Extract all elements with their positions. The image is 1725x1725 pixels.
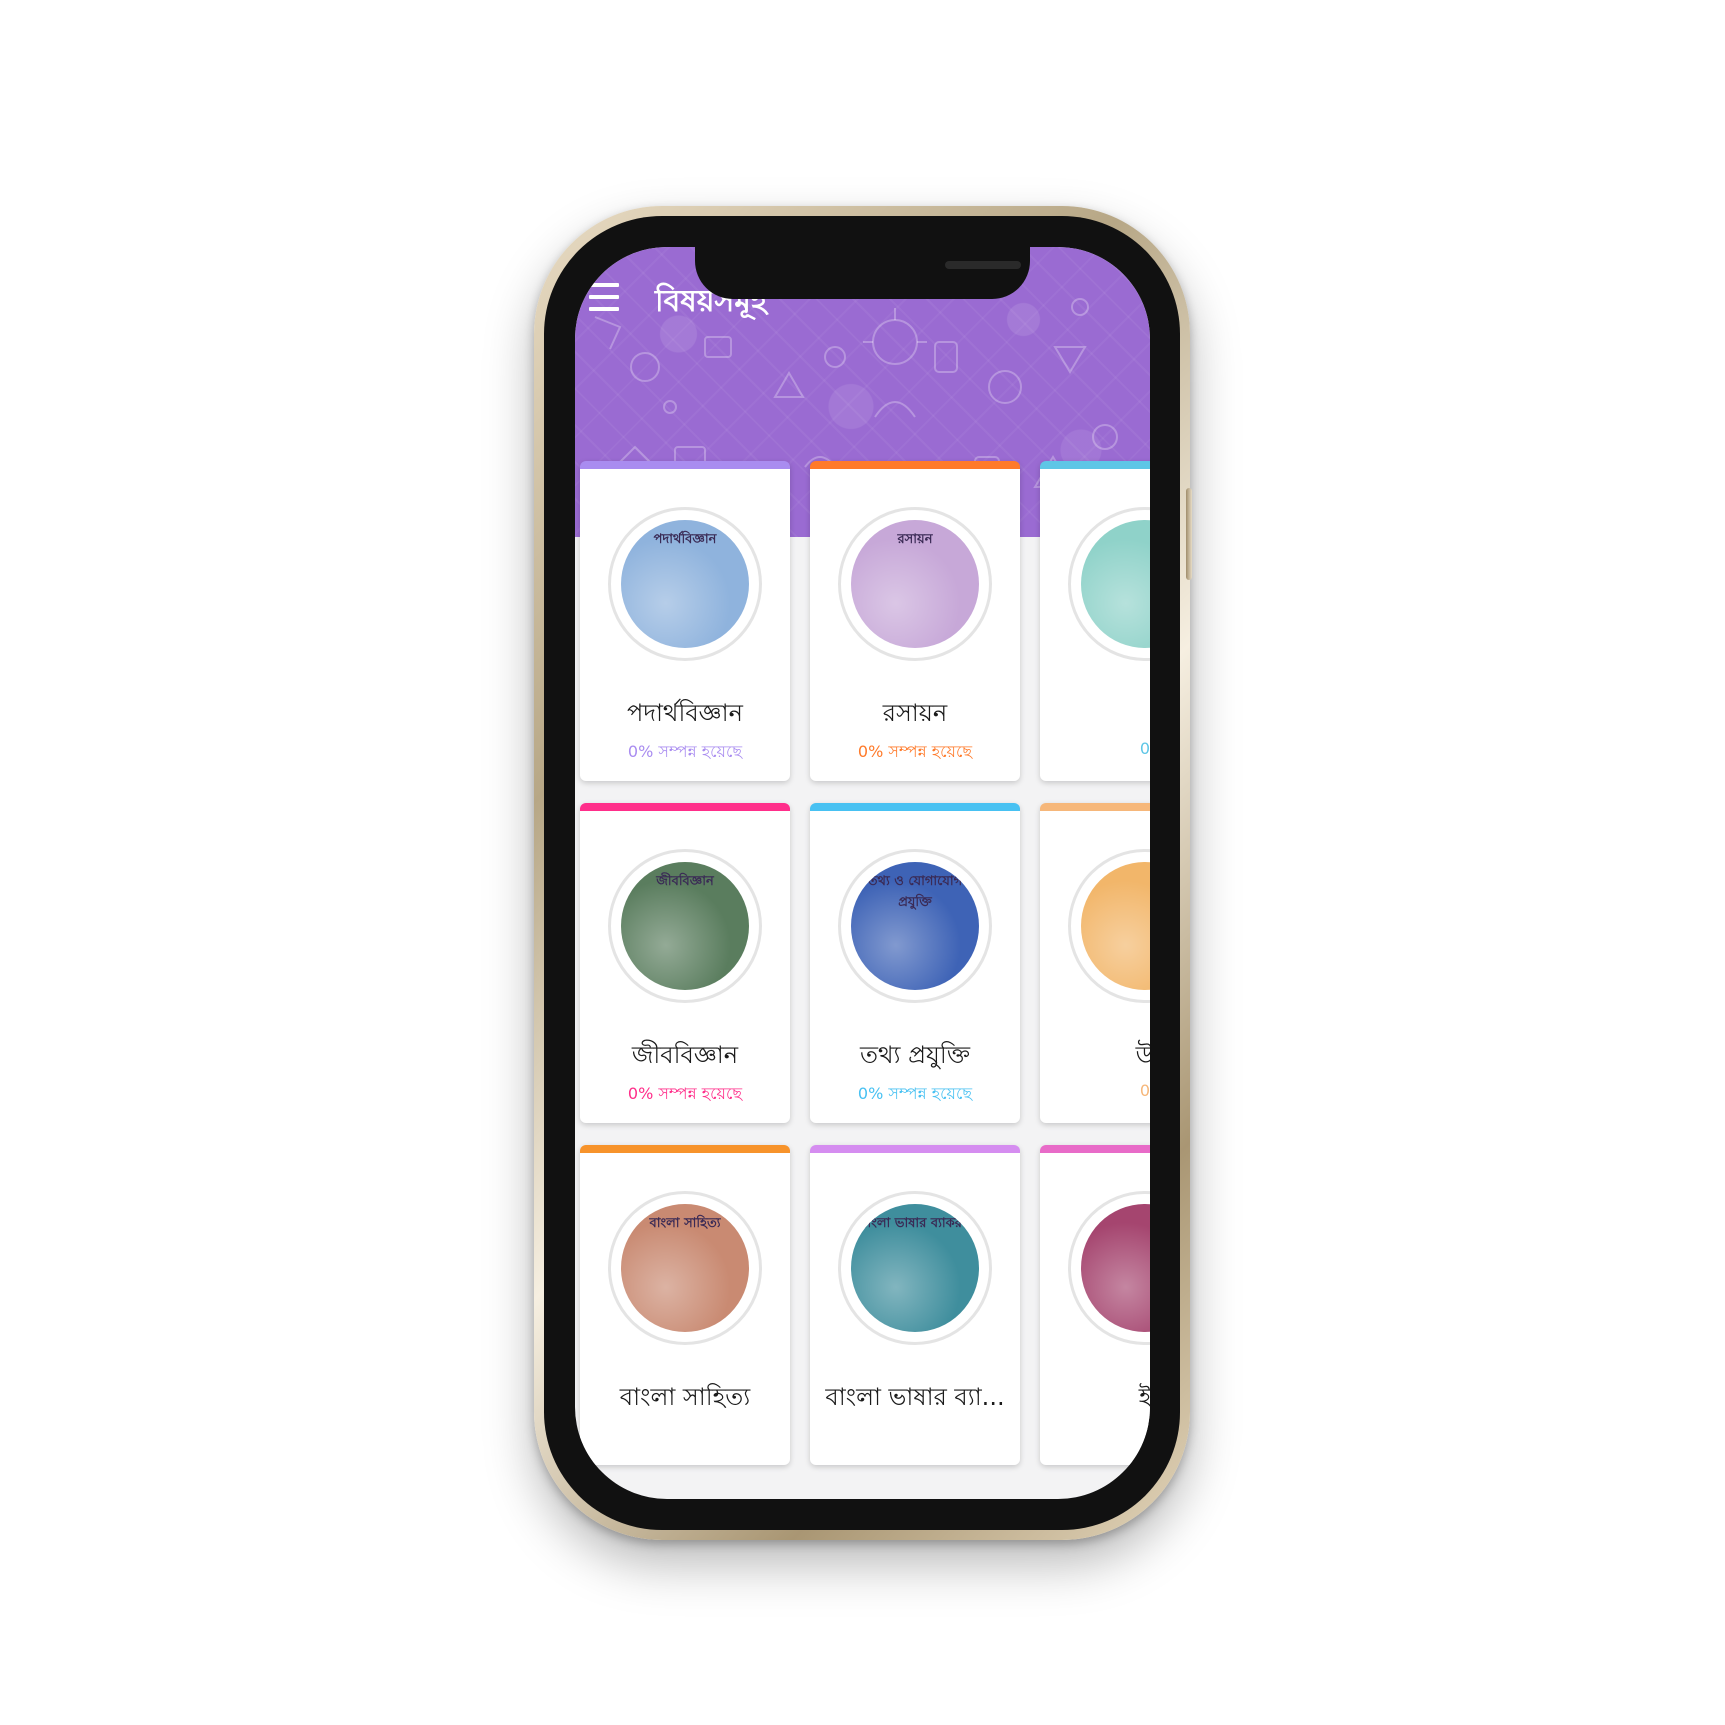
subject-card[interactable]: বাংলা ভাষার ব্যাকরণ বাংলা ভাষার ব্যা... — [810, 1145, 1020, 1465]
subject-name: ই — [1138, 1383, 1150, 1411]
book-cover-ring — [1068, 507, 1150, 661]
book-cover-title: তথ্য ও যোগাযোগ প্রযুক্তি — [867, 874, 963, 910]
subject-card[interactable]: উ 0 — [1040, 803, 1150, 1123]
book-cover-ring: রসায়ন — [838, 507, 992, 661]
book-cover-image — [1081, 1204, 1150, 1332]
hamburger-line — [589, 307, 619, 311]
book-cover-ring: জীববিজ্ঞান — [608, 849, 762, 1003]
subject-card[interactable]: জীববিজ্ঞান জীববিজ্ঞান 0% সম্পন্ন হয়েছে — [580, 803, 790, 1123]
subject-card[interactable]: পদার্থবিজ্ঞান পদার্থবিজ্ঞান 0% সম্পন্ন হ… — [580, 461, 790, 781]
subject-card[interactable]: 0 — [1040, 461, 1150, 781]
book-cover-image — [1081, 862, 1150, 990]
subject-name: জীববিজ্ঞান — [631, 1041, 739, 1069]
subject-card[interactable]: বাংলা সাহিত্য বাংলা সাহিত্য — [580, 1145, 790, 1465]
book-cover-image: পদার্থবিজ্ঞান — [621, 520, 749, 648]
subject-name: উ — [1040, 1037, 1150, 1077]
subject-progress: 0 — [1139, 739, 1150, 758]
book-cover-image: রসায়ন — [851, 520, 979, 648]
book-cover-image — [1081, 520, 1150, 648]
subject-progress: 0% সম্পন্ন হয়েছে — [627, 1084, 743, 1103]
hamburger-line — [589, 295, 619, 299]
book-cover-ring: বাংলা ভাষার ব্যাকরণ — [838, 1191, 992, 1345]
book-cover-image: বাংলা ভাষার ব্যাকরণ — [851, 1204, 979, 1332]
book-cover-title: জীববিজ্ঞান — [656, 874, 714, 889]
book-cover-ring: তথ্য ও যোগাযোগ প্রযুক্তি — [838, 849, 992, 1003]
subject-progress: 0 — [1139, 1081, 1150, 1100]
subject-progress: 0% সম্পন্ন হয়েছে — [857, 1084, 973, 1103]
book-cover-ring — [1068, 1191, 1150, 1345]
book-cover-title: বাংলা সাহিত্য — [649, 1216, 721, 1231]
book-cover-image: তথ্য ও যোগাযোগ প্রযুক্তি — [851, 862, 979, 990]
subject-card[interactable]: তথ্য ও যোগাযোগ প্রযুক্তি তথ্য প্রযুক্তি … — [810, 803, 1020, 1123]
subject-progress: 0% সম্পন্ন হয়েছে — [627, 742, 743, 761]
book-cover-ring: পদার্থবিজ্ঞান — [608, 507, 762, 661]
book-cover-title: রসায়ন — [897, 532, 933, 547]
phone-side-button — [1186, 488, 1192, 580]
subject-name: রসায়ন — [882, 699, 948, 727]
book-cover-ring: বাংলা সাহিত্য — [608, 1191, 762, 1345]
book-cover-ring — [1068, 849, 1150, 1003]
book-cover-image: জীববিজ্ঞান — [621, 862, 749, 990]
subject-progress: 0% সম্পন্ন হয়েছে — [857, 742, 973, 761]
subject-card[interactable]: রসায়ন রসায়ন 0% সম্পন্ন হয়েছে — [810, 461, 1020, 781]
book-cover-image: বাংলা সাহিত্য — [621, 1204, 749, 1332]
hamburger-menu-icon — [589, 283, 619, 287]
subject-name: বাংলা সাহিত্য — [619, 1383, 751, 1411]
subject-name: পদার্থবিজ্ঞান — [627, 699, 743, 727]
menu-button[interactable] — [589, 283, 619, 311]
subject-name: তথ্য প্রযুক্তি — [859, 1041, 971, 1069]
subject-card[interactable]: ই — [1040, 1145, 1150, 1465]
subject-grid: পদার্থবিজ্ঞান পদার্থবিজ্ঞান 0% সম্পন্ন হ… — [580, 461, 1150, 1465]
book-cover-title: পদার্থবিজ্ঞান — [653, 532, 717, 547]
speaker-grille — [945, 261, 1021, 269]
phone-screen: বিষয়সমূহ পদার্থবিজ্ঞান পদার্থবিজ্ঞান 0%… — [575, 247, 1150, 1499]
subject-name: বাংলা ভাষার ব্যা... — [825, 1383, 1005, 1411]
book-cover-title: বাংলা ভাষার ব্যাকরণ — [860, 1216, 970, 1231]
phone-notch — [695, 247, 1030, 299]
